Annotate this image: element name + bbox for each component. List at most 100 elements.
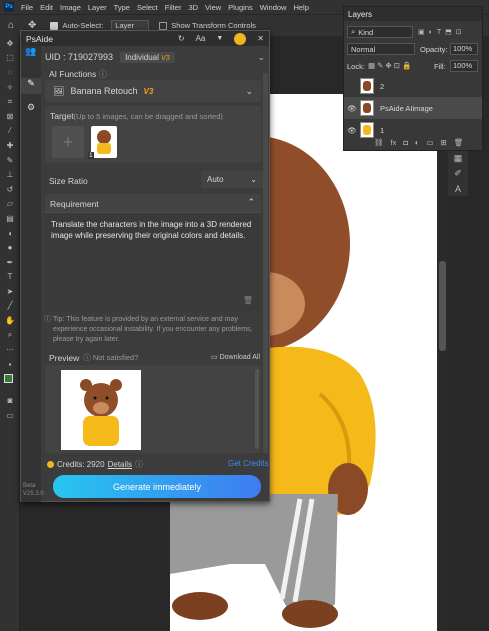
menu-view[interactable]: View: [205, 3, 221, 12]
panel-scrollbar[interactable]: [263, 73, 268, 453]
chevron-up-icon[interactable]: ⌃: [247, 197, 255, 208]
zoom-tool-icon[interactable]: ⌕: [0, 328, 20, 343]
menu-image[interactable]: Image: [60, 3, 81, 12]
details-link[interactable]: Details: [108, 460, 132, 469]
opacity-input[interactable]: 100%: [450, 43, 478, 55]
add-target-button[interactable]: +: [52, 126, 84, 158]
eyedropper-tool-icon[interactable]: ⁄: [0, 124, 20, 139]
stamp-tool-icon[interactable]: ⊥: [0, 167, 20, 182]
visibility-eye-icon[interactable]: 👁: [344, 126, 360, 135]
adjustment-icon[interactable]: ◐: [415, 138, 420, 147]
path-selection-tool-icon[interactable]: ➤: [0, 284, 20, 299]
target-thumbnail[interactable]: 1: [88, 126, 117, 159]
mask-icon[interactable]: ◘: [403, 138, 408, 147]
not-satisfied-link[interactable]: ⓘ Not satisfied?: [83, 352, 138, 363]
ai-function-select[interactable]: 🖼 Banana Retouch V3 ⌄: [45, 80, 261, 102]
text-size-icon[interactable]: Aa: [196, 34, 206, 43]
target-section: Target(Up to 5 images, can be dragged an…: [45, 106, 261, 163]
kind-label: Kind: [358, 27, 374, 37]
hand-tool-icon[interactable]: ✋: [0, 313, 20, 328]
marquee-tool-icon[interactable]: ⬚: [0, 51, 20, 66]
default-colors-icon[interactable]: ▪: [0, 357, 20, 372]
size-ratio-select[interactable]: Auto ⌄: [201, 171, 263, 188]
requirement-textarea[interactable]: Translate the characters in the image in…: [45, 212, 261, 311]
magic-wand-tool-icon[interactable]: ✧: [0, 80, 20, 95]
menu-window[interactable]: Window: [260, 3, 287, 12]
lasso-tool-icon[interactable]: ◌: [0, 65, 20, 80]
screen-mode-icon[interactable]: ▭: [0, 408, 20, 423]
menu-select[interactable]: Select: [137, 3, 158, 12]
auto-select-label: Auto-Select:: [62, 21, 104, 30]
menu-edit[interactable]: Edit: [40, 3, 53, 12]
blend-mode-select[interactable]: Normal: [347, 43, 415, 55]
layer-filter-kind[interactable]: ⌕ Kind: [347, 26, 413, 38]
foreground-color[interactable]: [4, 373, 13, 383]
fx-icon[interactable]: fx: [391, 138, 397, 147]
pin-icon[interactable]: ▼: [216, 35, 223, 42]
size-ratio-label: Size Ratio: [49, 176, 88, 186]
pen-tool-icon[interactable]: ✒: [0, 255, 20, 270]
menu-file[interactable]: File: [21, 3, 33, 12]
show-transform-checkbox[interactable]: [159, 21, 168, 30]
lock-icons[interactable]: ▦✎✥⊡🔒: [368, 61, 413, 70]
adjust-icon[interactable]: ✐: [448, 166, 468, 181]
blur-tool-icon[interactable]: ◖: [0, 226, 20, 241]
refresh-icon[interactable]: ↻: [178, 34, 185, 43]
crop-tool-icon[interactable]: ⌗: [0, 94, 20, 109]
layer-row[interactable]: 👁 PsAide AIimage: [344, 97, 482, 119]
generate-button[interactable]: Generate immediately: [53, 475, 261, 498]
download-all-button[interactable]: ▭ Download All: [211, 353, 260, 361]
layer-row[interactable]: 2: [344, 75, 482, 97]
history-brush-tool-icon[interactable]: ↺: [0, 182, 20, 197]
ai-functions-text: AI Functions: [49, 69, 97, 79]
histogram-icon[interactable]: ▦: [448, 151, 468, 166]
preview-image[interactable]: [61, 370, 141, 450]
menu-3d[interactable]: 3D: [188, 3, 198, 12]
eraser-tool-icon[interactable]: ▱: [0, 197, 20, 212]
menu-type[interactable]: Type: [114, 3, 130, 12]
new-layer-icon[interactable]: ⊞: [441, 138, 447, 147]
function-version: V3: [143, 86, 154, 96]
frame-tool-icon[interactable]: ⊠: [0, 109, 20, 124]
requirement-text: Translate the characters in the image in…: [51, 220, 252, 240]
link-icon[interactable]: ⛓: [374, 138, 384, 147]
type-tool-icon[interactable]: T: [0, 270, 20, 285]
settings-gear-icon[interactable]: ⚙: [21, 102, 41, 116]
version-info: Beta V25.3.0: [23, 482, 44, 498]
group-icon[interactable]: ▭: [426, 138, 433, 147]
home-icon[interactable]: ⌂: [8, 20, 14, 31]
auto-select-checkbox[interactable]: [50, 21, 59, 30]
color-swatches[interactable]: [0, 372, 19, 394]
menu-plugins[interactable]: Plugins: [228, 3, 253, 12]
panel-titlebar: PsAide ↻ Aa ▼ ✕: [21, 31, 269, 46]
menu-layer[interactable]: Layer: [88, 3, 107, 12]
ai-pen-icon[interactable]: ✎: [21, 78, 41, 94]
menu-filter[interactable]: Filter: [165, 3, 182, 12]
brush-tool-icon[interactable]: ✎: [0, 153, 20, 168]
more-tools-icon[interactable]: ···: [0, 342, 20, 357]
user-icon[interactable]: 👥: [21, 46, 41, 60]
dodge-tool-icon[interactable]: ●: [0, 240, 20, 255]
size-ratio-value: Auto: [207, 175, 224, 184]
canvas-scrollbar[interactable]: [437, 151, 448, 631]
menu-help[interactable]: Help: [293, 3, 308, 12]
shape-tool-icon[interactable]: ╱: [0, 299, 20, 314]
trash-icon[interactable]: 🗑: [243, 296, 253, 305]
lock-label: Lock:: [347, 62, 365, 71]
visibility-eye-icon[interactable]: 👁: [344, 104, 360, 113]
close-icon[interactable]: ✕: [257, 34, 264, 43]
healing-tool-icon[interactable]: ✚: [0, 138, 20, 153]
preview-scrollbar[interactable]: [255, 369, 259, 449]
trash-icon[interactable]: 🗑: [454, 138, 464, 147]
character-icon[interactable]: A: [448, 181, 468, 196]
layer-filter-icons[interactable]: ▣ ◐ T ⬒ ⊡: [418, 26, 478, 38]
move-tool-icon[interactable]: ✥: [0, 36, 20, 51]
coin-icon: [47, 461, 54, 468]
theme-toggle-icon[interactable]: [234, 32, 247, 45]
fill-input[interactable]: 100%: [450, 60, 478, 72]
collapse-chevron-icon[interactable]: ⌄: [257, 52, 265, 63]
gradient-tool-icon[interactable]: ▤: [0, 211, 20, 226]
quick-mask-icon[interactable]: ◙: [0, 394, 20, 409]
get-credits-link[interactable]: Get Credits: [228, 459, 268, 468]
panel-title: PsAide: [26, 33, 53, 44]
